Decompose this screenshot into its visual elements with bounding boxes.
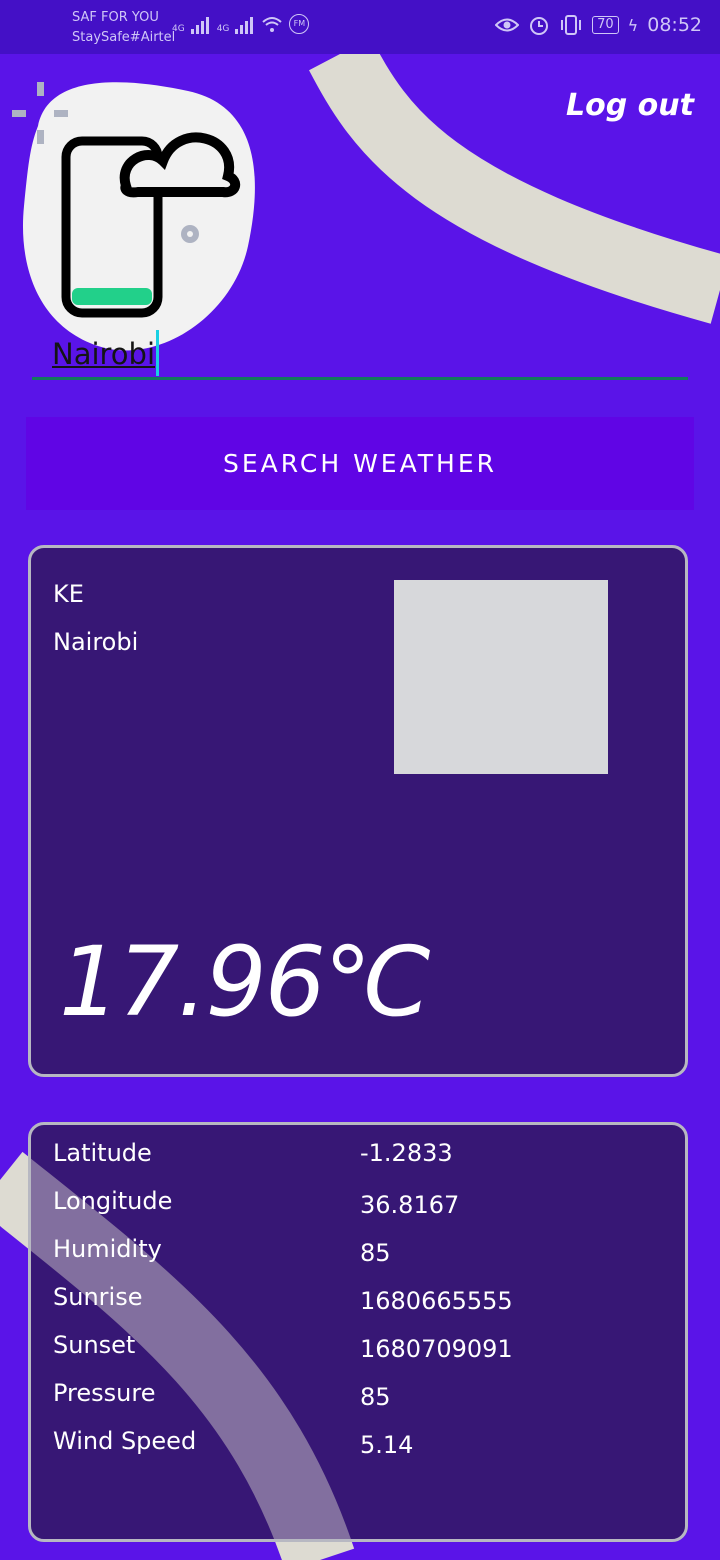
- search-weather-button[interactable]: SEARCH WEATHER: [26, 417, 694, 510]
- signal-icon: [235, 15, 255, 34]
- detail-label: Wind Speed: [53, 1427, 197, 1455]
- network-type-1: 4G: [172, 24, 185, 34]
- phone-cloud-logo: [12, 82, 255, 351]
- fm-icon: FM: [289, 14, 310, 34]
- detail-value: 85: [360, 1239, 391, 1267]
- charging-icon: ϟ: [627, 15, 639, 35]
- city-input-value: Nairobi: [52, 337, 156, 371]
- detail-value: 36.8167: [360, 1191, 460, 1219]
- detail-label: Pressure: [53, 1379, 156, 1407]
- detail-label: Latitude: [53, 1139, 152, 1167]
- wifi-icon: [262, 17, 283, 32]
- logout-link[interactable]: Log out: [566, 88, 694, 123]
- network-type-2: 4G: [216, 24, 230, 34]
- temperature: 17.96℃: [59, 926, 432, 1038]
- detail-label: Longitude: [53, 1187, 173, 1215]
- weather-card: KE Nairobi 17.96℃: [28, 545, 688, 1077]
- battery-icon: 70: [592, 16, 619, 34]
- detail-value: 1680709091: [360, 1335, 513, 1363]
- detail-label: Sunset: [53, 1331, 136, 1359]
- weather-icon-image: [394, 580, 608, 774]
- detail-value: 5.14: [360, 1431, 414, 1459]
- alarm-icon: [530, 17, 549, 35]
- city-input[interactable]: Nairobi: [52, 330, 160, 376]
- country-code: KE: [53, 580, 84, 608]
- text-caret: [156, 330, 160, 376]
- clock: 08:52: [647, 14, 702, 36]
- input-underline: [32, 377, 688, 380]
- status-bar: SAF FOR YOU StaySafe#Airtel 4G 4G FM 70 …: [0, 0, 720, 54]
- carrier-label-secondary: StaySafe#Airtel: [72, 30, 176, 45]
- detail-value: 1680665555: [360, 1287, 513, 1315]
- vibrate-icon: [561, 15, 582, 35]
- city-name: Nairobi: [53, 628, 139, 656]
- detail-label: Humidity: [53, 1235, 162, 1263]
- signal-icon: [190, 15, 211, 34]
- carrier-label: SAF FOR YOU: [72, 10, 159, 25]
- detail-label: Sunrise: [53, 1283, 143, 1311]
- eye-icon: [495, 18, 520, 32]
- detail-value: -1.2833: [360, 1139, 453, 1167]
- detail-value: 85: [360, 1383, 391, 1411]
- details-card: Latitude -1.2833 Longitude 36.8167 Humidit…: [28, 1122, 688, 1542]
